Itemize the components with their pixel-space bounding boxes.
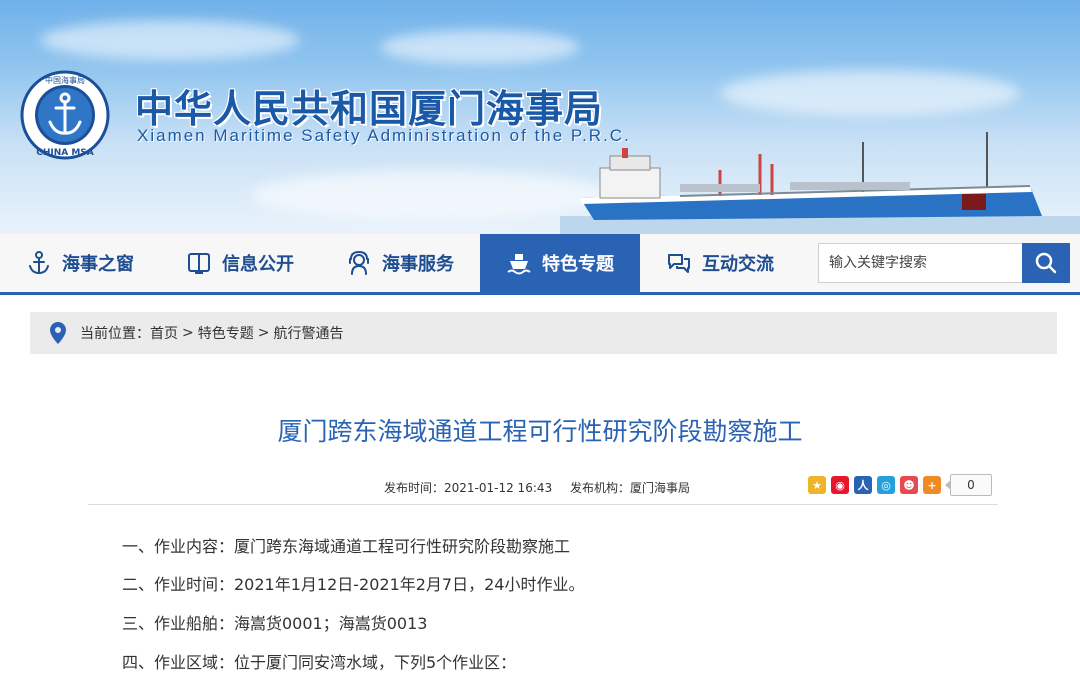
meta-divider — [88, 504, 998, 505]
book-icon — [188, 253, 210, 274]
site-title-cn: 中华人民共和国厦门海事局 — [135, 86, 604, 131]
nav-item-maritime-service[interactable]: 海事服务 — [320, 234, 480, 292]
tanker-ship-image — [560, 132, 1080, 234]
breadcrumb-navigation-notice-link[interactable]: 航行警通告 — [273, 323, 343, 343]
search-icon — [1035, 252, 1057, 274]
article-paragraph: 二、作业时间：2021年1月12日-2021年2月7日，24小时作业。 — [122, 575, 585, 594]
svg-text:CHINA MSA: CHINA MSA — [36, 148, 94, 158]
breadcrumb-prefix: 当前位置： — [80, 326, 150, 342]
service-icon — [349, 250, 369, 275]
publish-org: 发布机构：厦门海事局 — [569, 481, 690, 495]
breadcrumb: 当前位置： 首页 > 特色专题 > 航行警通告 — [30, 312, 1057, 354]
ship-icon — [507, 254, 531, 275]
share-count: 0 — [945, 474, 992, 496]
nav-item-maritime-window[interactable]: 海事之窗 — [0, 234, 160, 292]
svg-text:中国海事局: 中国海事局 — [45, 75, 85, 85]
people-share-icon[interactable]: ☻ — [900, 476, 918, 494]
site-title-en: Xiamen Maritime Safety Administration of… — [137, 126, 631, 145]
header-banner: 中国海事局 CHINA MSA 中华人民共和国厦门海事局 Xiamen Mari… — [0, 0, 1080, 234]
article-title: 厦门跨东海域通道工程可行性研究阶段勘察施工 — [277, 417, 803, 446]
search-button[interactable] — [1022, 243, 1070, 283]
anchor-icon — [29, 251, 49, 275]
article-meta: 发布时间：2021-01-12 16:43 发布机构：厦门海事局 — [384, 479, 690, 496]
renren-share-icon[interactable]: 人 — [854, 476, 872, 494]
cloud-decoration — [250, 170, 610, 220]
article-paragraph: 一、作业内容：厦门跨东海域通道工程可行性研究阶段勘察施工 — [122, 537, 571, 556]
search-box — [818, 243, 1070, 283]
nav-item-interaction[interactable]: 互动交流 — [640, 234, 800, 292]
breadcrumb-home-link[interactable]: 首页 — [150, 323, 178, 343]
breadcrumb-separator: > — [182, 325, 194, 341]
qzone-share-icon[interactable]: ★ — [808, 476, 826, 494]
main-nav: 海事之窗 信息公开 海事服务 特色专题 互动交流 输入关键字搜索 — [0, 234, 1080, 295]
cloud-decoration — [40, 20, 300, 60]
nav-item-special-topics[interactable]: 特色专题 — [480, 234, 640, 292]
more-share-icon[interactable]: + — [923, 476, 941, 494]
nav-item-label: 信息公开 — [222, 254, 294, 275]
publish-time: 发布时间：2021-01-12 16:43 — [384, 481, 553, 495]
breadcrumb-separator: > — [257, 325, 270, 341]
china-msa-logo[interactable]: 中国海事局 CHINA MSA — [20, 70, 110, 160]
search-input[interactable] — [818, 243, 1022, 283]
share-bar: ★ ◉ 人 ◎ ☻ + 0 — [808, 474, 992, 496]
nav-item-label: 海事服务 — [382, 254, 454, 275]
weibo-share-icon[interactable]: ◉ — [831, 476, 849, 494]
tencent-weibo-share-icon[interactable]: ◎ — [877, 476, 895, 494]
nav-item-label: 海事之窗 — [62, 254, 134, 275]
breadcrumb-special-topics-link[interactable]: 特色专题 — [198, 323, 254, 343]
chat-icon — [668, 254, 690, 273]
nav-item-info-disclosure[interactable]: 信息公开 — [160, 234, 320, 292]
nav-item-label: 特色专题 — [542, 254, 614, 275]
article-paragraph: 三、作业船舶：海嵩货0001；海嵩货0013 — [122, 614, 428, 633]
cloud-decoration — [720, 70, 1020, 116]
nav-item-label: 互动交流 — [702, 254, 774, 275]
cloud-decoration — [380, 30, 580, 64]
article-paragraph: 四、作业区域：位于厦门同安湾水域，下列5个作业区： — [122, 653, 517, 672]
location-pin-icon — [50, 322, 66, 344]
